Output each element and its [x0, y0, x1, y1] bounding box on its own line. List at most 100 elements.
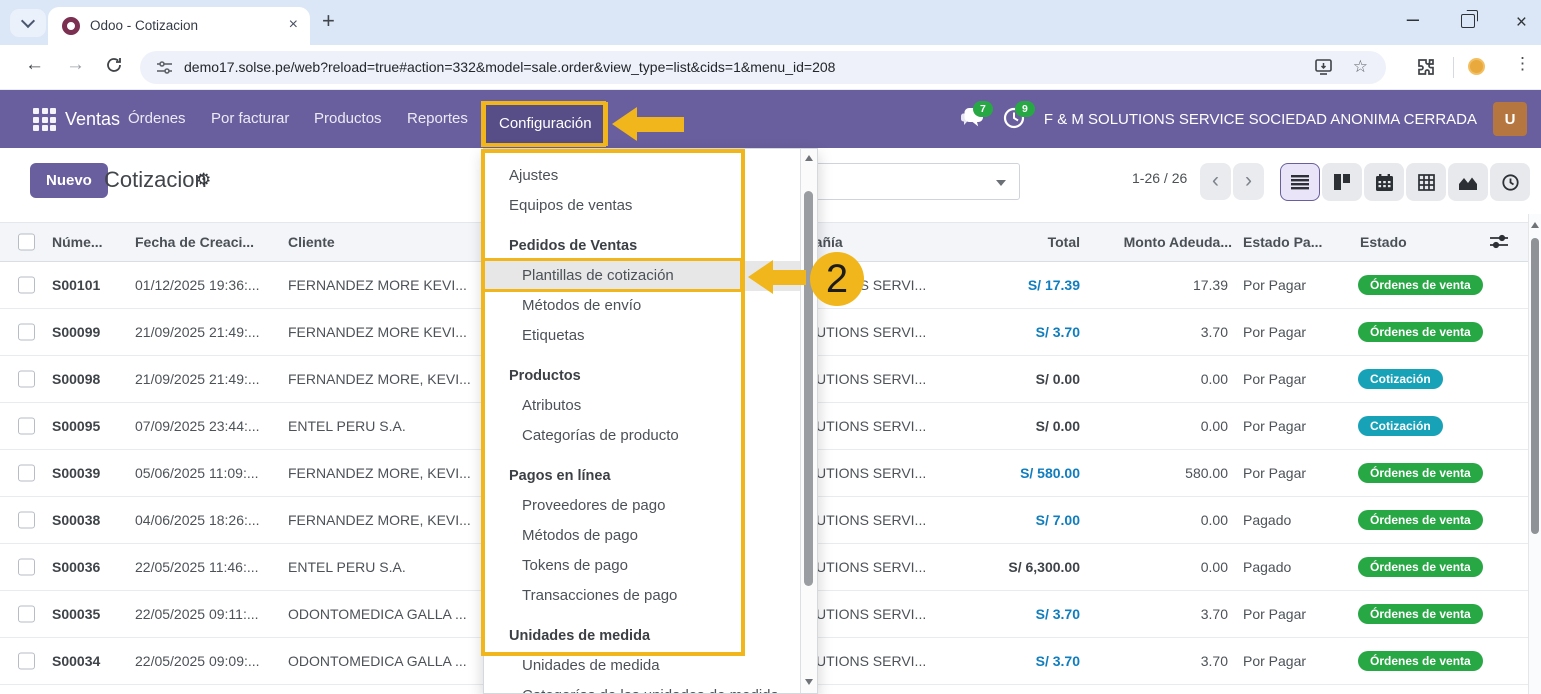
dropdown-scrollbar-thumb[interactable] — [804, 191, 813, 586]
url-text: demo17.solse.pe/web?reload=true#action=3… — [184, 59, 835, 75]
menu-item-unidades-de-medida[interactable]: Unidades de medida — [484, 651, 801, 681]
cell-number: S00039 — [52, 465, 100, 481]
nav-menu-productos[interactable]: Productos — [314, 90, 382, 148]
url-bar[interactable]: demo17.solse.pe/web?reload=true#action=3… — [140, 51, 1386, 84]
view-graph-button[interactable] — [1448, 163, 1488, 201]
status-badge: Órdenes de venta — [1358, 463, 1483, 483]
dropdown-scroll-up-icon[interactable] — [805, 155, 813, 161]
navbar-right: 7 9 F & M SOLUTIONS SERVICE SOCIEDAD ANO… — [960, 90, 1527, 148]
window-close-button[interactable]: × — [1516, 12, 1527, 34]
row-checkbox[interactable] — [18, 465, 35, 482]
cell-total: S/ 7.00 — [930, 512, 1080, 528]
dropdown-scroll-down-icon[interactable] — [805, 679, 813, 685]
row-checkbox[interactable] — [18, 512, 35, 529]
browser-menu-icon[interactable]: ⋮ — [1514, 54, 1531, 74]
row-checkbox[interactable] — [18, 418, 35, 435]
odoo-navbar: Ventas Órdenes Por facturar Productos Repor… — [0, 90, 1541, 148]
row-checkbox[interactable] — [18, 606, 35, 623]
chevron-down-icon — [21, 14, 35, 28]
row-checkbox[interactable] — [18, 324, 35, 341]
nav-menu-configuracion[interactable]: Configuración — [483, 102, 608, 146]
new-button[interactable]: Nuevo — [30, 163, 108, 198]
dropdown-scrollbar[interactable] — [800, 149, 817, 693]
cell-status: Órdenes de venta — [1358, 557, 1483, 577]
window-minimize-button[interactable]: – — [1407, 6, 1419, 32]
back-button[interactable]: ← — [25, 54, 44, 76]
col-header-total[interactable]: Total — [930, 234, 1080, 250]
cell-amount-due: 3.70 — [1078, 653, 1228, 669]
browser-tab[interactable]: Odoo - Cotizacion × — [48, 7, 310, 45]
row-checkbox[interactable] — [18, 277, 35, 294]
apps-grid-icon[interactable] — [33, 108, 56, 131]
view-activity-button[interactable] — [1490, 163, 1530, 201]
status-badge: Órdenes de venta — [1358, 322, 1483, 342]
browser-titlebar: Odoo - Cotizacion × + – × — [0, 0, 1541, 45]
col-header-amount-due[interactable]: Monto Adeuda... — [1060, 234, 1232, 250]
view-kanban-button[interactable] — [1322, 163, 1362, 201]
cell-customer: ODONTOMEDICA GALLA ... — [288, 606, 467, 622]
config-dropdown-menu: AjustesEquipos de ventasPedidos de Venta… — [483, 148, 818, 694]
messages-icon[interactable]: 7 — [960, 106, 986, 132]
menu-item-ajustes[interactable]: Ajustes — [484, 161, 801, 191]
tab-search-button[interactable] — [10, 9, 46, 37]
cell-total: S/ 0.00 — [930, 418, 1080, 434]
pager-next-button[interactable]: › — [1233, 163, 1264, 200]
activities-icon[interactable]: 9 — [1002, 106, 1028, 132]
cell-created-date: 22/05/2025 09:09:... — [135, 653, 260, 669]
pager-prev-button[interactable]: ‹ — [1200, 163, 1231, 200]
menu-item-proveedores-de-pago[interactable]: Proveedores de pago — [484, 491, 801, 521]
col-header-payment-status[interactable]: Estado Pa... — [1243, 234, 1322, 250]
menu-item-categorias-de-las-unidades-de-medida[interactable]: Categorías de las unidades de medida — [484, 681, 801, 694]
forward-button[interactable]: → — [66, 54, 85, 76]
install-app-icon[interactable] — [1315, 59, 1334, 76]
table-scrollbar-thumb[interactable] — [1531, 238, 1539, 534]
extensions-icon[interactable] — [1416, 57, 1436, 77]
nav-menu-por-facturar[interactable]: Por facturar — [211, 90, 289, 148]
view-list-button[interactable] — [1280, 163, 1320, 201]
scroll-up-icon[interactable] — [1531, 222, 1539, 228]
reload-button[interactable] — [105, 56, 123, 74]
menu-item-equipos-de-ventas[interactable]: Equipos de ventas — [484, 191, 801, 221]
nav-menu-ordenes[interactable]: Órdenes — [128, 90, 186, 148]
cell-customer: FERNANDEZ MORE, KEVI... — [288, 465, 471, 481]
table-scrollbar[interactable] — [1528, 214, 1541, 694]
menu-item-tokens-de-pago[interactable]: Tokens de pago — [484, 551, 801, 581]
cell-payment-status: Pagado — [1243, 512, 1291, 528]
tab-close-icon[interactable]: × — [289, 16, 298, 34]
column-adjust-icon[interactable] — [1489, 233, 1509, 251]
menu-item-metodos-de-pago[interactable]: Métodos de pago — [484, 521, 801, 551]
row-checkbox[interactable] — [18, 559, 35, 576]
site-settings-icon[interactable] — [156, 59, 173, 76]
menu-item-categorias-de-producto[interactable]: Categorías de producto — [484, 421, 801, 451]
col-header-number[interactable]: Núme... — [52, 234, 103, 250]
window-restore-button[interactable] — [1461, 14, 1475, 28]
row-checkbox[interactable] — [18, 371, 35, 388]
new-tab-button[interactable]: + — [322, 8, 335, 34]
search-caret-icon[interactable] — [996, 180, 1006, 186]
cell-customer: FERNANDEZ MORE KEVI... — [288, 277, 467, 293]
menu-item-transacciones-de-pago[interactable]: Transacciones de pago — [484, 581, 801, 611]
menu-item-atributos[interactable]: Atributos — [484, 391, 801, 421]
cell-created-date: 22/05/2025 09:11:... — [135, 606, 259, 622]
view-pivot-button[interactable] — [1406, 163, 1446, 201]
bookmark-star-icon[interactable]: ☆ — [1353, 57, 1368, 77]
cell-total: S/ 0.00 — [930, 371, 1080, 387]
browser-toolbar: ← → demo17.solse.pe/web?reload=true#acti… — [0, 45, 1541, 90]
cell-number: S00036 — [52, 559, 100, 575]
extension-pin-icon[interactable] — [1468, 58, 1485, 75]
menu-item-plantillas-de-cotizacion[interactable]: Plantillas de cotización — [484, 261, 801, 291]
cell-status: Órdenes de venta — [1358, 275, 1483, 295]
menu-item-metodos-de-envio[interactable]: Métodos de envío — [484, 291, 801, 321]
app-name[interactable]: Ventas — [65, 90, 120, 148]
view-calendar-button[interactable] — [1364, 163, 1404, 201]
row-checkbox[interactable] — [18, 653, 35, 670]
select-all-checkbox[interactable] — [18, 234, 35, 251]
gear-icon[interactable]: ⚙ — [196, 170, 211, 190]
col-header-customer[interactable]: Cliente — [288, 234, 335, 250]
col-header-status[interactable]: Estado — [1360, 234, 1407, 250]
nav-menu-reportes[interactable]: Reportes — [407, 90, 468, 148]
company-name[interactable]: F & M SOLUTIONS SERVICE SOCIEDAD ANONIMA… — [1044, 111, 1477, 128]
user-avatar[interactable]: U — [1493, 102, 1527, 136]
menu-item-etiquetas[interactable]: Etiquetas — [484, 321, 801, 351]
col-header-created[interactable]: Fecha de Creaci... — [135, 234, 254, 250]
